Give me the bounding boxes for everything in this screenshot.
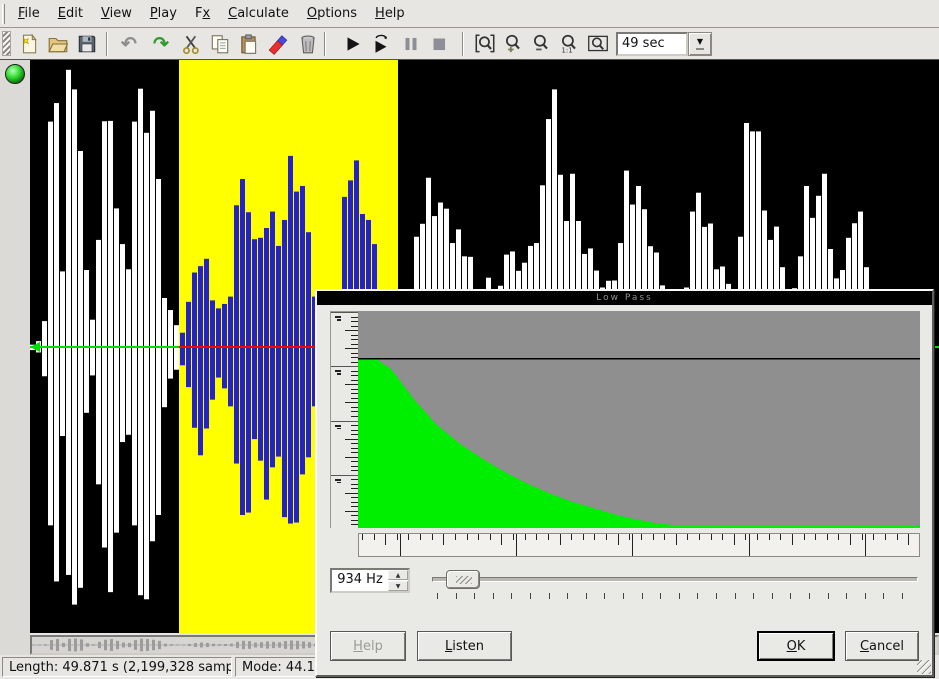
stop-icon <box>428 33 450 55</box>
dialog-button-row: Help Listen OK Cancel <box>317 631 936 661</box>
menu-item-calculate[interactable]: Calculate <box>219 2 298 25</box>
toolbar-separator <box>324 32 326 56</box>
menubar-drag-handle[interactable] <box>2 4 5 24</box>
pause-icon <box>400 33 422 55</box>
toolbar-drag-handle[interactable] <box>2 31 11 56</box>
dialog-title[interactable]: Low Pass <box>317 291 932 305</box>
app-window: { "menu": { "items": [ {"label":"File","… <box>0 0 939 679</box>
redo-icon: ↷ <box>153 35 169 54</box>
cut-scissors-icon <box>181 33 203 55</box>
zoom-fit-icon <box>473 32 497 56</box>
menu-item-view[interactable]: View <box>92 2 141 25</box>
save-file-button[interactable] <box>75 32 99 56</box>
undo-icon: ↶ <box>121 35 137 54</box>
spin-down-button[interactable]: ▼ <box>388 581 408 591</box>
menu-item-options[interactable]: Options <box>298 2 366 25</box>
new-file-button[interactable] <box>17 32 41 56</box>
zoom-in-button[interactable] <box>501 32 525 56</box>
loop-play-button[interactable] <box>369 32 393 56</box>
save-floppy-icon <box>76 33 98 55</box>
copy-button[interactable] <box>208 32 232 56</box>
resize-grip[interactable] <box>917 660 931 674</box>
new-file-icon <box>18 33 40 55</box>
cutoff-frequency-slider[interactable] <box>420 566 922 602</box>
cutoff-frequency-value[interactable]: 934 Hz <box>332 570 388 591</box>
low-pass-dialog: Low Pass 934 Hz ▲ ▼ Help Listen OK Cancel <box>315 289 934 677</box>
toolbar-separator <box>106 32 108 56</box>
toolbar: ↶ ↷ <box>0 28 939 60</box>
toolbar-separator <box>462 32 464 56</box>
cutoff-frequency-spinbox[interactable]: 934 Hz ▲ ▼ <box>330 568 410 593</box>
cancel-button[interactable]: Cancel <box>845 631 919 661</box>
menu-item-help[interactable]: Help <box>366 2 414 25</box>
menu-item-play[interactable]: Play <box>141 2 186 25</box>
play-button[interactable] <box>341 32 365 56</box>
zoom-1-1-icon: 1:1 <box>557 32 581 56</box>
channel-indicator-column <box>0 60 30 655</box>
ok-button[interactable]: OK <box>757 631 835 661</box>
menu-item-fx[interactable]: Fx <box>186 2 219 25</box>
paste-button[interactable] <box>237 32 261 56</box>
eraser-icon <box>267 33 289 55</box>
redo-button[interactable]: ↷ <box>149 32 173 56</box>
menu-bar: FileEditViewPlayFxCalculateOptionsHelp <box>0 0 939 28</box>
combo-dropdown-button[interactable]: ▼ <box>688 32 712 56</box>
status-length: Length: 49.871 s (2,199,328 samples) <box>2 657 232 677</box>
copy-icon <box>209 33 231 55</box>
channel-active-led-icon[interactable] <box>5 64 25 84</box>
zoom-fit-button[interactable] <box>473 32 497 56</box>
trash-icon <box>297 33 319 55</box>
svg-text:1:1: 1:1 <box>561 46 572 55</box>
zoom-out-button[interactable] <box>529 32 553 56</box>
slider-track[interactable] <box>432 577 918 582</box>
chevron-down-icon: ▼ <box>697 38 703 46</box>
zoom-selection-icon <box>586 32 610 56</box>
erase-button[interactable] <box>266 32 290 56</box>
db-ruler <box>330 311 358 528</box>
play-icon <box>342 33 364 55</box>
paste-clipboard-icon <box>238 33 260 55</box>
help-button: Help <box>330 631 406 661</box>
slider-handle[interactable] <box>446 570 480 589</box>
spin-up-button[interactable]: ▲ <box>388 570 408 580</box>
open-folder-icon <box>47 33 69 55</box>
zoom-selection-button[interactable] <box>586 32 610 56</box>
cut-button[interactable] <box>180 32 204 56</box>
stop-button[interactable] <box>427 32 451 56</box>
menu-item-edit[interactable]: Edit <box>49 2 92 25</box>
listen-button[interactable]: Listen <box>417 631 512 661</box>
loop-play-icon <box>370 33 392 55</box>
slider-tick-marks <box>420 593 922 601</box>
frequency-ruler <box>358 533 920 557</box>
zoom-duration-combo[interactable]: 49 sec ▼ <box>616 32 712 56</box>
undo-button[interactable]: ↶ <box>117 32 141 56</box>
zoom-duration-value[interactable]: 49 sec <box>616 32 688 56</box>
open-file-button[interactable] <box>46 32 70 56</box>
pause-button[interactable] <box>399 32 423 56</box>
filter-response-graph[interactable] <box>358 311 920 528</box>
delete-button[interactable] <box>296 32 320 56</box>
zoom-normal-button[interactable]: 1:1 <box>557 32 581 56</box>
menu-item-file[interactable]: File <box>9 2 49 25</box>
zoom-in-icon <box>501 32 525 56</box>
slider-grip-icon <box>456 576 472 584</box>
zoom-out-icon <box>529 32 553 56</box>
